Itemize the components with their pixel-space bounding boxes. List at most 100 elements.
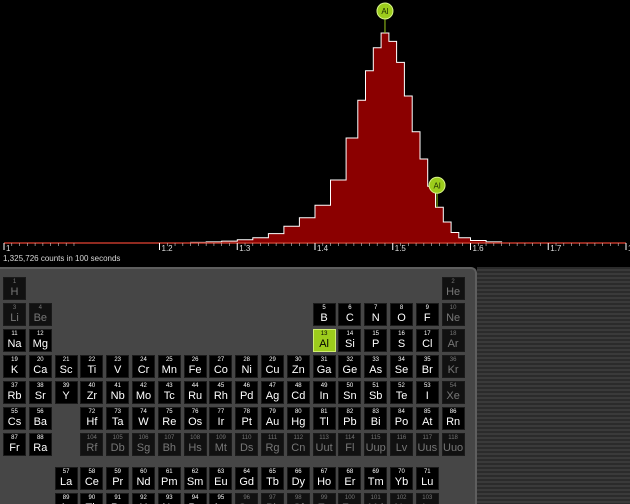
element-co[interactable]: 27 Co <box>209 355 233 378</box>
element-be[interactable]: 4 Be <box>28 303 52 326</box>
element-ni[interactable]: 28 Ni <box>235 355 259 378</box>
element-th[interactable]: 90Th <box>80 493 104 504</box>
element-bh[interactable]: 107 Bh <box>157 433 181 456</box>
element-si[interactable]: 14 Si <box>338 329 362 352</box>
element-gd[interactable]: 64 Gd <box>235 467 259 490</box>
element-yb[interactable]: 70 Yb <box>390 467 413 490</box>
element-br[interactable]: 35 Br <box>415 355 439 378</box>
element-np[interactable]: 93Np <box>157 493 181 504</box>
element-sm[interactable]: 62 Sm <box>183 467 207 490</box>
element-hf[interactable]: 72 Hf <box>80 407 104 430</box>
element-dy[interactable]: 66 Dy <box>286 467 310 490</box>
element-mg[interactable]: 12 Mg <box>28 329 52 352</box>
element-w[interactable]: 74 W <box>132 407 155 430</box>
element-li[interactable]: 3 Li <box>3 303 26 326</box>
element-cs[interactable]: 55 Cs <box>3 407 26 430</box>
element-sc[interactable]: 21 Sc <box>54 355 78 378</box>
element-tm[interactable]: 69 Tm <box>364 467 388 490</box>
element-pb[interactable]: 82 Pb <box>338 407 362 430</box>
element-nb[interactable]: 41 Nb <box>106 381 130 404</box>
element-db[interactable]: 105 Db <box>106 433 130 456</box>
element-ra[interactable]: 88 Ra <box>28 433 52 456</box>
element-ne[interactable]: 10 Ne <box>441 303 465 326</box>
element-ce[interactable]: 58 Ce <box>80 467 104 490</box>
element-mt[interactable]: 109 Mt <box>209 433 233 456</box>
element-ge[interactable]: 32 Ge <box>338 355 362 378</box>
element-pa[interactable]: 91Pa <box>106 493 130 504</box>
element-nd[interactable]: 60 Nd <box>132 467 155 490</box>
element-pt[interactable]: 78 Pt <box>235 407 259 430</box>
element-es[interactable]: 99Es <box>312 493 336 504</box>
element-cn[interactable]: 112 Cn <box>286 433 310 456</box>
element-mo[interactable]: 42 Mo <box>132 381 155 404</box>
element-uut[interactable]: 113 Uut <box>312 433 336 456</box>
element-fr[interactable]: 87 Fr <box>3 433 26 456</box>
element-pr[interactable]: 59 Pr <box>106 467 130 490</box>
element-uup[interactable]: 115 Uup <box>364 433 388 456</box>
element-pm[interactable]: 61 Pm <box>157 467 181 490</box>
element-cd[interactable]: 48 Cd <box>286 381 310 404</box>
spectrum-panel[interactable]: 11.21.31.41.51.61.71.8AlAl 1,325,726 cou… <box>0 0 630 267</box>
element-cu[interactable]: 29 Cu <box>261 355 284 378</box>
element-kr[interactable]: 36 Kr <box>441 355 465 378</box>
element-ba[interactable]: 56 Ba <box>28 407 52 430</box>
element-cf[interactable]: 98Cf <box>286 493 310 504</box>
element-uus[interactable]: 117 Uus <box>415 433 439 456</box>
element-o[interactable]: 8O <box>390 303 413 326</box>
element-ds[interactable]: 110 Ds <box>235 433 259 456</box>
element-pd[interactable]: 46 Pd <box>235 381 259 404</box>
element-lv[interactable]: 116 Lv <box>390 433 413 456</box>
element-no[interactable]: 102No <box>390 493 413 504</box>
element-cl[interactable]: 17 Cl <box>415 329 439 352</box>
element-lu[interactable]: 71 Lu <box>415 467 439 490</box>
element-rb[interactable]: 37 Rb <box>3 381 26 404</box>
element-he[interactable]: 2 He <box>441 277 465 300</box>
element-eu[interactable]: 63 Eu <box>209 467 233 490</box>
element-na[interactable]: 11 Na <box>3 329 26 352</box>
element-fl[interactable]: 114 Fl <box>338 433 362 456</box>
element-sr[interactable]: 38 Sr <box>28 381 52 404</box>
element-bi[interactable]: 83 Bi <box>364 407 388 430</box>
element-er[interactable]: 68 Er <box>338 467 362 490</box>
element-u[interactable]: 92U <box>132 493 155 504</box>
element-mn[interactable]: 25 Mn <box>157 355 181 378</box>
element-p[interactable]: 15 P <box>364 329 388 352</box>
element-cm[interactable]: 96Cm <box>235 493 259 504</box>
element-f[interactable]: 9F <box>415 303 439 326</box>
element-ga[interactable]: 31 Ga <box>312 355 336 378</box>
element-os[interactable]: 76 Os <box>183 407 207 430</box>
element-sg[interactable]: 106 Sg <box>132 433 155 456</box>
element-rn[interactable]: 86 Rn <box>441 407 465 430</box>
element-b[interactable]: 5B <box>312 303 336 326</box>
element-tb[interactable]: 65 Tb <box>261 467 284 490</box>
element-y[interactable]: 39 Y <box>54 381 78 404</box>
element-al[interactable]: 13 Al <box>312 329 336 352</box>
element-n[interactable]: 7N <box>364 303 388 326</box>
element-lr[interactable]: 103Lr <box>415 493 439 504</box>
element-zr[interactable]: 40 Zr <box>80 381 104 404</box>
element-rg[interactable]: 111 Rg <box>261 433 284 456</box>
element-ar[interactable]: 18 Ar <box>441 329 465 352</box>
element-hg[interactable]: 80 Hg <box>286 407 310 430</box>
element-in[interactable]: 49 In <box>312 381 336 404</box>
spectrum-chart[interactable]: 11.21.31.41.51.61.71.8AlAl <box>0 0 630 267</box>
element-hs[interactable]: 108 Hs <box>183 433 207 456</box>
element-ag[interactable]: 47 Ag <box>261 381 284 404</box>
element-v[interactable]: 23 V <box>106 355 130 378</box>
element-sn[interactable]: 50 Sn <box>338 381 362 404</box>
element-s[interactable]: 16 S <box>390 329 413 352</box>
element-tl[interactable]: 81 Tl <box>312 407 336 430</box>
element-la[interactable]: 57 La <box>54 467 78 490</box>
element-sb[interactable]: 51 Sb <box>364 381 388 404</box>
element-ru[interactable]: 44 Ru <box>183 381 207 404</box>
element-rf[interactable]: 104 Rf <box>80 433 104 456</box>
element-se[interactable]: 34 Se <box>390 355 413 378</box>
element-ti[interactable]: 22 Ti <box>80 355 104 378</box>
element-ir[interactable]: 77 Ir <box>209 407 233 430</box>
element-fe[interactable]: 26 Fe <box>183 355 207 378</box>
element-ta[interactable]: 73 Ta <box>106 407 130 430</box>
element-at[interactable]: 85 At <box>415 407 439 430</box>
element-md[interactable]: 101Md <box>364 493 388 504</box>
element-au[interactable]: 79 Au <box>261 407 284 430</box>
element-bk[interactable]: 97Bk <box>261 493 284 504</box>
